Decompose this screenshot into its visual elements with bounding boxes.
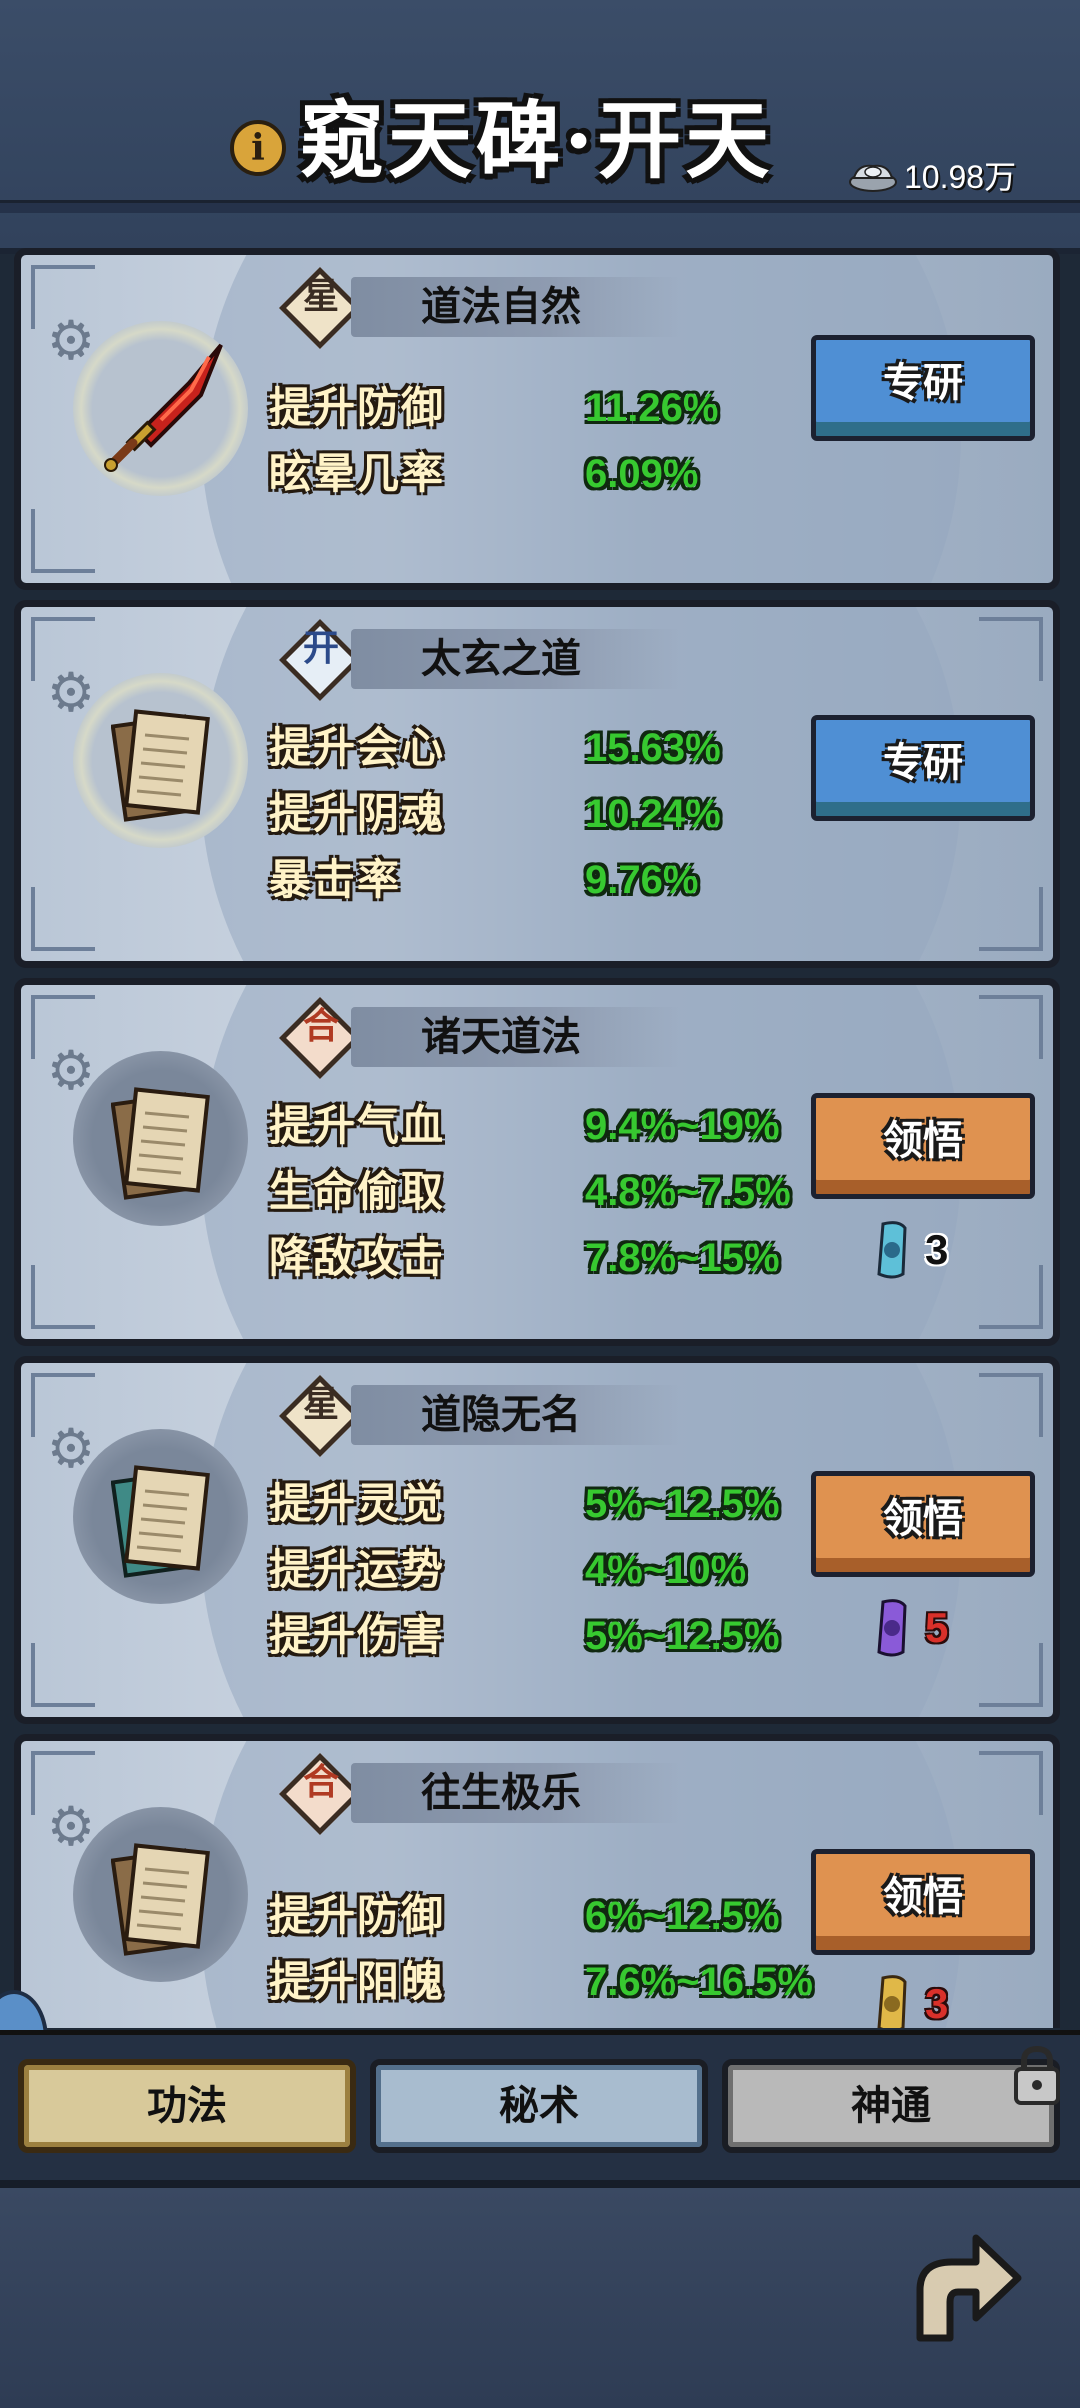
comprehend-button[interactable]: 领悟 xyxy=(811,1471,1035,1577)
corner-ornament xyxy=(31,1643,95,1707)
technique-card: ⚙ 星 道隐无名 提升灵觉 5%~12.5% 提升运势 4%~10% 提升伤害 5%~… xyxy=(14,1356,1060,1724)
stat-row: 暴击率 9.76% xyxy=(269,855,699,904)
stat-row: 提升防御 6%~12.5% xyxy=(269,1891,780,1940)
technique-card: ⚙ 星 道法自然 提升防御 11.26% 眩晕几率 6.09% 专研 xyxy=(14,248,1060,590)
purple-scroll-icon xyxy=(877,1599,907,1657)
scroll-icon xyxy=(111,709,210,822)
stat-row: 提升运势 4%~10% xyxy=(269,1545,747,1594)
stat-list: 提升防御 11.26% 眩晕几率 6.09% xyxy=(269,375,829,507)
research-button[interactable]: 专研 xyxy=(811,715,1035,821)
scroll-icon xyxy=(111,1465,210,1578)
technique-card: ⚙ 合 往生极乐 提升防御 6%~12.5% 提升阳魄 7.6%~16.5% 领悟 … xyxy=(14,1734,1060,2028)
stat-row: 提升阴魂 10.24% xyxy=(269,789,721,838)
cost-display: 3 xyxy=(869,1969,1029,2028)
comprehend-button[interactable]: 领悟 xyxy=(811,1849,1035,1955)
stat-row: 降敌攻击 7.8%~15% xyxy=(269,1233,780,1282)
stat-list: 提升气血 9.4%~19% 生命偷取 4.8%~7.5% 降敌攻击 7.8%~15% xyxy=(269,1093,829,1291)
corner-ornament xyxy=(979,887,1043,951)
corner-ornament xyxy=(31,887,95,951)
stat-row: 提升防御 11.26% xyxy=(269,383,719,432)
cost-display: 5 xyxy=(869,1593,1029,1663)
tab-techniques[interactable]: 功法 xyxy=(18,2059,356,2153)
skill-name: 太玄之道 xyxy=(421,635,581,682)
skill-name: 道法自然 xyxy=(421,283,581,330)
category-tab-bar: 功法 秘术 神通 xyxy=(0,2030,1080,2185)
stat-row: 生命偷取 4.8%~7.5% xyxy=(269,1167,791,1216)
page-title: 窥天碑·开天 xyxy=(300,91,774,190)
currency-amount: 10.98万 xyxy=(904,159,1017,195)
info-icon[interactable]: i xyxy=(230,120,286,176)
scroll-icon xyxy=(111,1843,210,1956)
corner-ornament xyxy=(31,1265,95,1329)
skill-name: 道隐无名 xyxy=(421,1391,581,1438)
gold-scroll-icon xyxy=(877,1975,907,2028)
stat-list: 提升会心 15.63% 提升阴魂 10.24% 暴击率 9.76% xyxy=(269,715,829,913)
stat-row: 提升伤害 5%~12.5% xyxy=(269,1611,780,1660)
red-sword-icon xyxy=(104,343,223,472)
corner-ornament xyxy=(979,995,1043,1059)
stat-row: 提升阳魄 7.6%~16.5% xyxy=(269,1957,813,2006)
stat-row: 提升灵觉 5%~12.5% xyxy=(269,1479,780,1528)
header-bar: i 窥天碑·开天 10.98万 xyxy=(0,0,1080,254)
corner-ornament xyxy=(979,617,1043,681)
corner-ornament xyxy=(31,509,95,573)
blue-scroll-icon xyxy=(877,1221,907,1279)
stat-row: 提升会心 15.63% xyxy=(269,723,721,772)
scroll-icon xyxy=(111,1087,210,1200)
skill-name: 往生极乐 xyxy=(421,1769,581,1816)
stat-row: 提升气血 9.4%~19% xyxy=(269,1101,780,1150)
technique-card: ⚙ 合 诸天道法 提升气血 9.4%~19% 生命偷取 4.8%~7.5% 降敌攻击… xyxy=(14,978,1060,1346)
corner-ornament xyxy=(979,1751,1043,1815)
back-arrow-icon[interactable] xyxy=(900,2220,1030,2350)
tab-secret-arts[interactable]: 秘术 xyxy=(370,2059,708,2153)
technique-card: ⚙ 开 太玄之道 提升会心 15.63% 提升阴魂 10.24% 暴击率 9.76% … xyxy=(14,600,1060,968)
stat-row: 眩晕几率 6.09% xyxy=(269,449,699,498)
skill-name: 诸天道法 xyxy=(421,1013,581,1060)
corner-ornament xyxy=(979,1373,1043,1437)
lock-icon xyxy=(1014,2045,1060,2105)
silver-ingot-icon xyxy=(849,164,897,192)
research-button[interactable]: 专研 xyxy=(811,335,1035,441)
cost-display: 3 xyxy=(869,1215,1029,1285)
comprehend-button[interactable]: 领悟 xyxy=(811,1093,1035,1199)
technique-list[interactable]: ⚙ 星 道法自然 提升防御 11.26% 眩晕几率 6.09% 专研 ⚙ 开 太… xyxy=(0,248,1080,2028)
currency-display: 10.98万 xyxy=(848,152,1048,198)
stat-list: 提升灵觉 5%~12.5% 提升运势 4%~10% 提升伤害 5%~12.5% xyxy=(269,1471,829,1669)
stat-list: 提升防御 6%~12.5% 提升阳魄 7.6%~16.5% xyxy=(269,1883,829,2015)
